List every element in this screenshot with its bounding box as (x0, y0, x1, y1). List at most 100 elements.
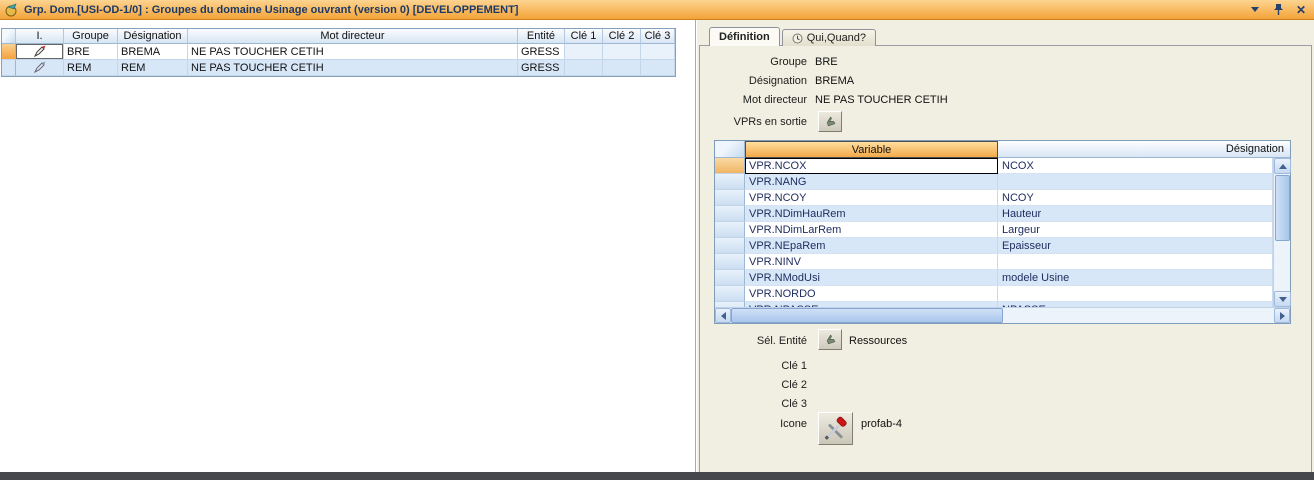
horizontal-scrollbar[interactable] (715, 307, 1290, 323)
cell-designation[interactable] (998, 174, 1273, 190)
mot-directeur-label: Mot directeur (697, 94, 807, 106)
cell-variable[interactable]: VPR.NDimLarRem (745, 222, 998, 238)
cell-designation[interactable]: Hauteur (998, 206, 1273, 222)
table-row[interactable]: VPR.NINV (715, 254, 1273, 270)
groupe-label: Groupe (697, 56, 807, 68)
table-row[interactable]: BRE BREMA NE PAS TOUCHER CETIH GRESS (2, 44, 675, 60)
cell-groupe[interactable]: REM (64, 60, 118, 76)
cell-designation[interactable]: modele Usine (998, 270, 1273, 286)
table-row[interactable]: VPR.NCOY NCOY (715, 190, 1273, 206)
cell-variable[interactable]: VPR.NEpaRem (745, 238, 998, 254)
cell-mot-directeur[interactable]: NE PAS TOUCHER CETIH (188, 60, 518, 76)
cell-cle2[interactable] (603, 60, 641, 76)
column-header-i[interactable]: I. (16, 29, 64, 44)
column-header-cle3[interactable]: Clé 3 (641, 29, 675, 44)
mot-directeur-value: NE PAS TOUCHER CETIH (815, 94, 948, 106)
column-header-designation[interactable]: Désignation (118, 29, 188, 44)
cell-cle3[interactable] (641, 44, 675, 60)
domain-groups-grid: I. Groupe Désignation Mot directeur Enti… (1, 28, 676, 77)
cell-variable[interactable]: VPR.NINV (745, 254, 998, 270)
vpr-column-header-designation[interactable]: Désignation (998, 141, 1290, 158)
table-row[interactable]: REM REM NE PAS TOUCHER CETIH GRESS (2, 60, 675, 76)
tab-qui-quand[interactable]: Qui,Quand? (782, 29, 876, 46)
column-header-groupe[interactable]: Groupe (64, 29, 118, 44)
row-icon-cell[interactable] (16, 60, 64, 76)
cell-designation[interactable]: NCOX (998, 158, 1273, 174)
cell-mot-directeur[interactable]: NE PAS TOUCHER CETIH (188, 44, 518, 60)
cle3-label: Clé 3 (697, 398, 807, 410)
cell-designation[interactable]: BREMA (118, 44, 188, 60)
cell-variable[interactable]: VPR.NCOX (745, 158, 998, 174)
row-indicator[interactable] (715, 206, 745, 222)
designation-value: BREMA (815, 75, 854, 87)
vprs-output-button[interactable] (818, 111, 842, 132)
column-header-entite[interactable]: Entité (518, 29, 565, 44)
row-indicator[interactable] (715, 158, 745, 174)
column-header-cle2[interactable]: Clé 2 (603, 29, 641, 44)
cell-entite[interactable]: GRESS (518, 44, 565, 60)
cell-cle1[interactable] (565, 44, 603, 60)
grid-corner[interactable] (2, 29, 16, 44)
cell-entite[interactable]: GRESS (518, 60, 565, 76)
row-indicator[interactable] (715, 254, 745, 270)
horizontal-scroll-thumb[interactable] (731, 308, 1003, 323)
hand-icon (824, 333, 837, 346)
column-header-mot-directeur[interactable]: Mot directeur (188, 29, 518, 44)
cle2-label: Clé 2 (697, 379, 807, 391)
cell-groupe[interactable]: BRE (64, 44, 118, 60)
pin-icon[interactable] (1271, 3, 1285, 17)
cell-designation[interactable]: REM (118, 60, 188, 76)
scroll-left-button[interactable] (715, 308, 731, 323)
icone-image-button[interactable] (818, 412, 853, 445)
cell-cle2[interactable] (603, 44, 641, 60)
table-row[interactable]: VPR.NORDO (715, 286, 1273, 302)
row-indicator[interactable] (715, 238, 745, 254)
cell-variable[interactable]: VPR.NCOY (745, 190, 998, 206)
row-icon-cell[interactable] (16, 44, 64, 60)
groupe-value: BRE (815, 56, 838, 68)
chevron-down-icon[interactable] (1248, 3, 1262, 17)
cell-variable[interactable]: VPR.NORDO (745, 286, 998, 302)
table-row[interactable]: VPR.NCOX NCOX (715, 158, 1273, 174)
cell-variable[interactable]: VPR.NDimHauRem (745, 206, 998, 222)
row-indicator[interactable] (715, 270, 745, 286)
row-indicator[interactable] (715, 222, 745, 238)
scroll-right-button[interactable] (1274, 308, 1290, 323)
cell-designation[interactable] (998, 254, 1273, 270)
main-area: I. Groupe Désignation Mot directeur Enti… (0, 20, 1314, 480)
row-indicator[interactable] (2, 44, 16, 60)
table-row[interactable]: VPR.NDimHauRem Hauteur (715, 206, 1273, 222)
cell-cle1[interactable] (565, 60, 603, 76)
vertical-scroll-thumb[interactable] (1275, 175, 1290, 241)
table-row[interactable]: VPR.NEpaRem Epaisseur (715, 238, 1273, 254)
row-indicator[interactable] (715, 286, 745, 302)
tab-definition-label: Définition (719, 31, 770, 43)
tab-definition[interactable]: Définition (709, 27, 780, 46)
cell-cle3[interactable] (641, 60, 675, 76)
table-row[interactable]: VPR.NDimLarRem Largeur (715, 222, 1273, 238)
designation-label: Désignation (697, 75, 807, 87)
sel-entite-button[interactable] (818, 329, 842, 350)
vpr-grid-corner[interactable] (715, 141, 745, 158)
scroll-down-button[interactable] (1274, 291, 1291, 307)
row-indicator[interactable] (715, 190, 745, 206)
table-row[interactable]: VPR.NModUsi modele Usine (715, 270, 1273, 286)
cell-variable[interactable]: VPR.NModUsi (745, 270, 998, 286)
cle1-label: Clé 1 (697, 360, 807, 372)
title-bar[interactable]: Grp. Dom.[USI-OD-1/0] : Groupes du domai… (0, 0, 1314, 20)
cell-variable[interactable]: VPR.NANG (745, 174, 998, 190)
vprs-en-sortie-label: VPRs en sortie (697, 116, 807, 128)
cell-designation[interactable]: Largeur (998, 222, 1273, 238)
column-header-cle1[interactable]: Clé 1 (565, 29, 603, 44)
cell-designation[interactable]: Epaisseur (998, 238, 1273, 254)
vertical-scrollbar[interactable] (1273, 158, 1290, 307)
cell-designation[interactable] (998, 286, 1273, 302)
table-row[interactable]: VPR.NANG (715, 174, 1273, 190)
row-indicator[interactable] (715, 174, 745, 190)
row-indicator[interactable] (2, 60, 16, 76)
vpr-grid-rows: VPR.NCOX NCOX VPR.NANG VPR.NCOY NCOY (715, 158, 1273, 307)
vpr-column-header-variable[interactable]: Variable (745, 141, 998, 158)
cell-designation[interactable]: NCOY (998, 190, 1273, 206)
scroll-up-button[interactable] (1274, 158, 1291, 174)
close-icon[interactable]: ✕ (1294, 3, 1308, 17)
